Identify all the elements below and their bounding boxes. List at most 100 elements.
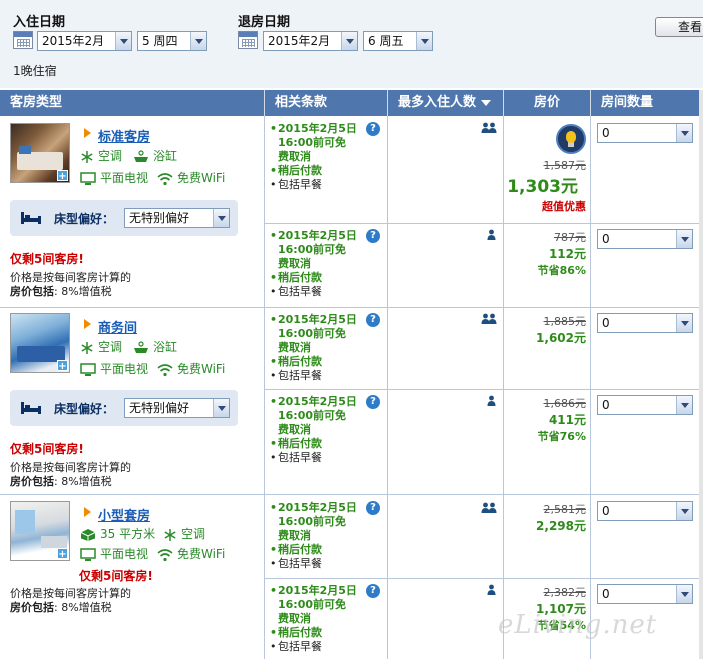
rate-terms: •2015年2月5日 16:00前可免 费取消 •稍后付款 • 包括早餐 <box>270 229 357 298</box>
price-block: 1,587元 <box>543 159 587 172</box>
one-guest-icon <box>487 229 496 240</box>
expand-arrow-icon <box>84 128 91 138</box>
checkout-calendar-icon[interactable] <box>238 31 258 49</box>
price-block: 1,885元 1,602元 <box>536 315 586 345</box>
room-qty-select[interactable]: 0 <box>597 123 693 143</box>
lightbulb-deal-icon <box>556 124 586 154</box>
wifi-icon <box>157 172 173 185</box>
amenity-wifi: 免费WiFi <box>157 362 225 377</box>
watermark: eLiving.net <box>498 610 658 640</box>
cube-icon <box>80 528 96 541</box>
help-icon[interactable]: ? <box>366 584 380 598</box>
col-price: 房价 <box>503 90 560 116</box>
help-icon[interactable]: ? <box>366 395 380 409</box>
wifi-icon <box>157 363 173 376</box>
bed-pref-select[interactable]: 无特别偏好 <box>124 398 230 418</box>
price-block: 787元 112元 节省86% <box>537 231 586 277</box>
bed-pref-label: 床型偏好： <box>54 212 115 226</box>
tv-icon <box>80 362 96 376</box>
room-qty-select[interactable]: 0 <box>597 584 693 604</box>
rate-terms: •2015年2月5日 16:00前可免 费取消 •稍后付款 • 包括早餐 <box>270 501 357 570</box>
room-qty-select[interactable]: 0 <box>597 313 693 333</box>
rate-terms: •2015年2月5日 16:00前可免 费取消 •稍后付款 • 包括早餐 <box>270 584 357 653</box>
col-max-guests[interactable]: 最多入住人数 <box>387 90 492 116</box>
amenity-bathtub: 浴缸 <box>133 149 177 164</box>
room-qty-select[interactable]: 0 <box>597 395 693 415</box>
bathtub-icon <box>134 340 148 353</box>
bed-pref-select[interactable]: 无特别偏好 <box>124 208 230 228</box>
zoom-icon[interactable]: + <box>57 360 68 372</box>
rooms-left-warning: 仅剩5间客房! <box>10 442 84 456</box>
expand-arrow-icon <box>84 319 91 329</box>
room-name-link[interactable]: 商务间 <box>98 317 137 336</box>
help-icon[interactable]: ? <box>366 501 380 515</box>
amenity-wifi: 免费WiFi <box>157 547 225 562</box>
col-room-type: 客房类型 <box>10 95 63 110</box>
table-header: 客房类型 相关条款 最多入住人数 房价 房间数量 <box>0 90 703 116</box>
price-note: 价格是按每间客房计算的 房价包括: 8%增值税 <box>10 461 131 488</box>
tv-icon <box>80 547 96 561</box>
amenity-ac: 空调 <box>80 149 122 164</box>
zoom-icon[interactable]: + <box>57 548 68 560</box>
rate-terms: •2015年2月5日 16:00前可免 费取消 •稍后付款 • 包括早餐 <box>270 395 357 464</box>
bed-icon <box>21 212 41 224</box>
help-icon[interactable]: ? <box>366 122 380 136</box>
bed-pref-label: 床型偏好： <box>54 402 115 416</box>
bathtub-icon <box>134 149 148 162</box>
snowflake-icon <box>164 528 176 541</box>
help-icon[interactable]: ? <box>366 313 380 327</box>
price-block: 2,581元 2,298元 <box>536 503 586 533</box>
snowflake-icon <box>81 341 93 354</box>
col-terms: 相关条款 <box>264 90 327 116</box>
two-guests-icon <box>481 122 497 133</box>
one-guest-icon <box>487 395 496 406</box>
room-qty-select[interactable]: 0 <box>597 501 693 521</box>
check-availability-button[interactable]: 查看 <box>655 17 703 37</box>
zoom-icon[interactable]: + <box>57 170 68 182</box>
scrollbar[interactable] <box>699 90 703 659</box>
amenity-wifi: 免费WiFi <box>157 171 225 186</box>
price-note: 价格是按每间客房计算的 房价包括: 8%增值税 <box>10 271 131 298</box>
rate-terms: •2015年2月5日 16:00前可免 费取消 •稍后付款 • 包括早餐 <box>270 313 357 382</box>
checkin-day-select[interactable]: 5 周四 <box>137 31 207 51</box>
checkout-day-select[interactable]: 6 周五 <box>363 31 433 51</box>
col-qty: 房间数量 <box>590 90 653 116</box>
rate-terms: •2015年2月5日 16:00前可免 费取消 •稍后付款 • 包括早餐 <box>270 122 357 191</box>
amenity-ac: 空调 <box>163 527 205 542</box>
snowflake-icon <box>81 150 93 163</box>
checkin-calendar-icon[interactable] <box>13 31 33 49</box>
bed-preference: 床型偏好： 无特别偏好 <box>10 390 238 426</box>
bed-preference: 床型偏好： 无特别偏好 <box>10 200 238 236</box>
amenity-tv: 平面电视 <box>80 547 148 562</box>
room-photo[interactable]: + <box>10 313 70 373</box>
one-guest-icon <box>487 584 496 595</box>
help-icon[interactable]: ? <box>366 229 380 243</box>
amenity-tv: 平面电视 <box>80 171 148 186</box>
expand-arrow-icon <box>84 507 91 517</box>
amenity-bathtub: 浴缸 <box>133 340 177 355</box>
rooms-left-warning: 仅剩5间客房! <box>79 569 153 583</box>
amenity-size: 35 平方米 <box>80 527 155 542</box>
two-guests-icon <box>481 502 497 513</box>
amenity-ac: 空调 <box>80 340 122 355</box>
deal-badge: 超值优惠 <box>542 200 586 213</box>
price-note: 价格是按每间客房计算的 房价包括: 8%增值税 <box>10 587 131 614</box>
room-name-link[interactable]: 标准客房 <box>98 126 150 145</box>
room-photo[interactable]: + <box>10 123 70 183</box>
checkin-label: 入住日期 <box>13 15 66 30</box>
rooms-left-warning: 仅剩5间客房! <box>10 252 84 266</box>
checkout-label: 退房日期 <box>238 15 291 30</box>
room-qty-select[interactable]: 0 <box>597 229 693 249</box>
two-guests-icon <box>481 313 497 324</box>
amenity-tv: 平面电视 <box>80 362 148 377</box>
checkin-month-select[interactable]: 2015年2月 <box>37 31 132 51</box>
price-block: 1,686元 411元 节省76% <box>537 397 586 443</box>
room-name-link[interactable]: 小型套房 <box>98 505 150 524</box>
checkout-month-select[interactable]: 2015年2月 <box>263 31 358 51</box>
room-photo[interactable]: + <box>10 501 70 561</box>
sort-desc-icon[interactable] <box>481 99 492 106</box>
current-price: 1,303元 <box>507 177 578 197</box>
wifi-icon <box>157 548 173 561</box>
bed-icon <box>21 402 41 414</box>
tv-icon <box>80 171 96 185</box>
